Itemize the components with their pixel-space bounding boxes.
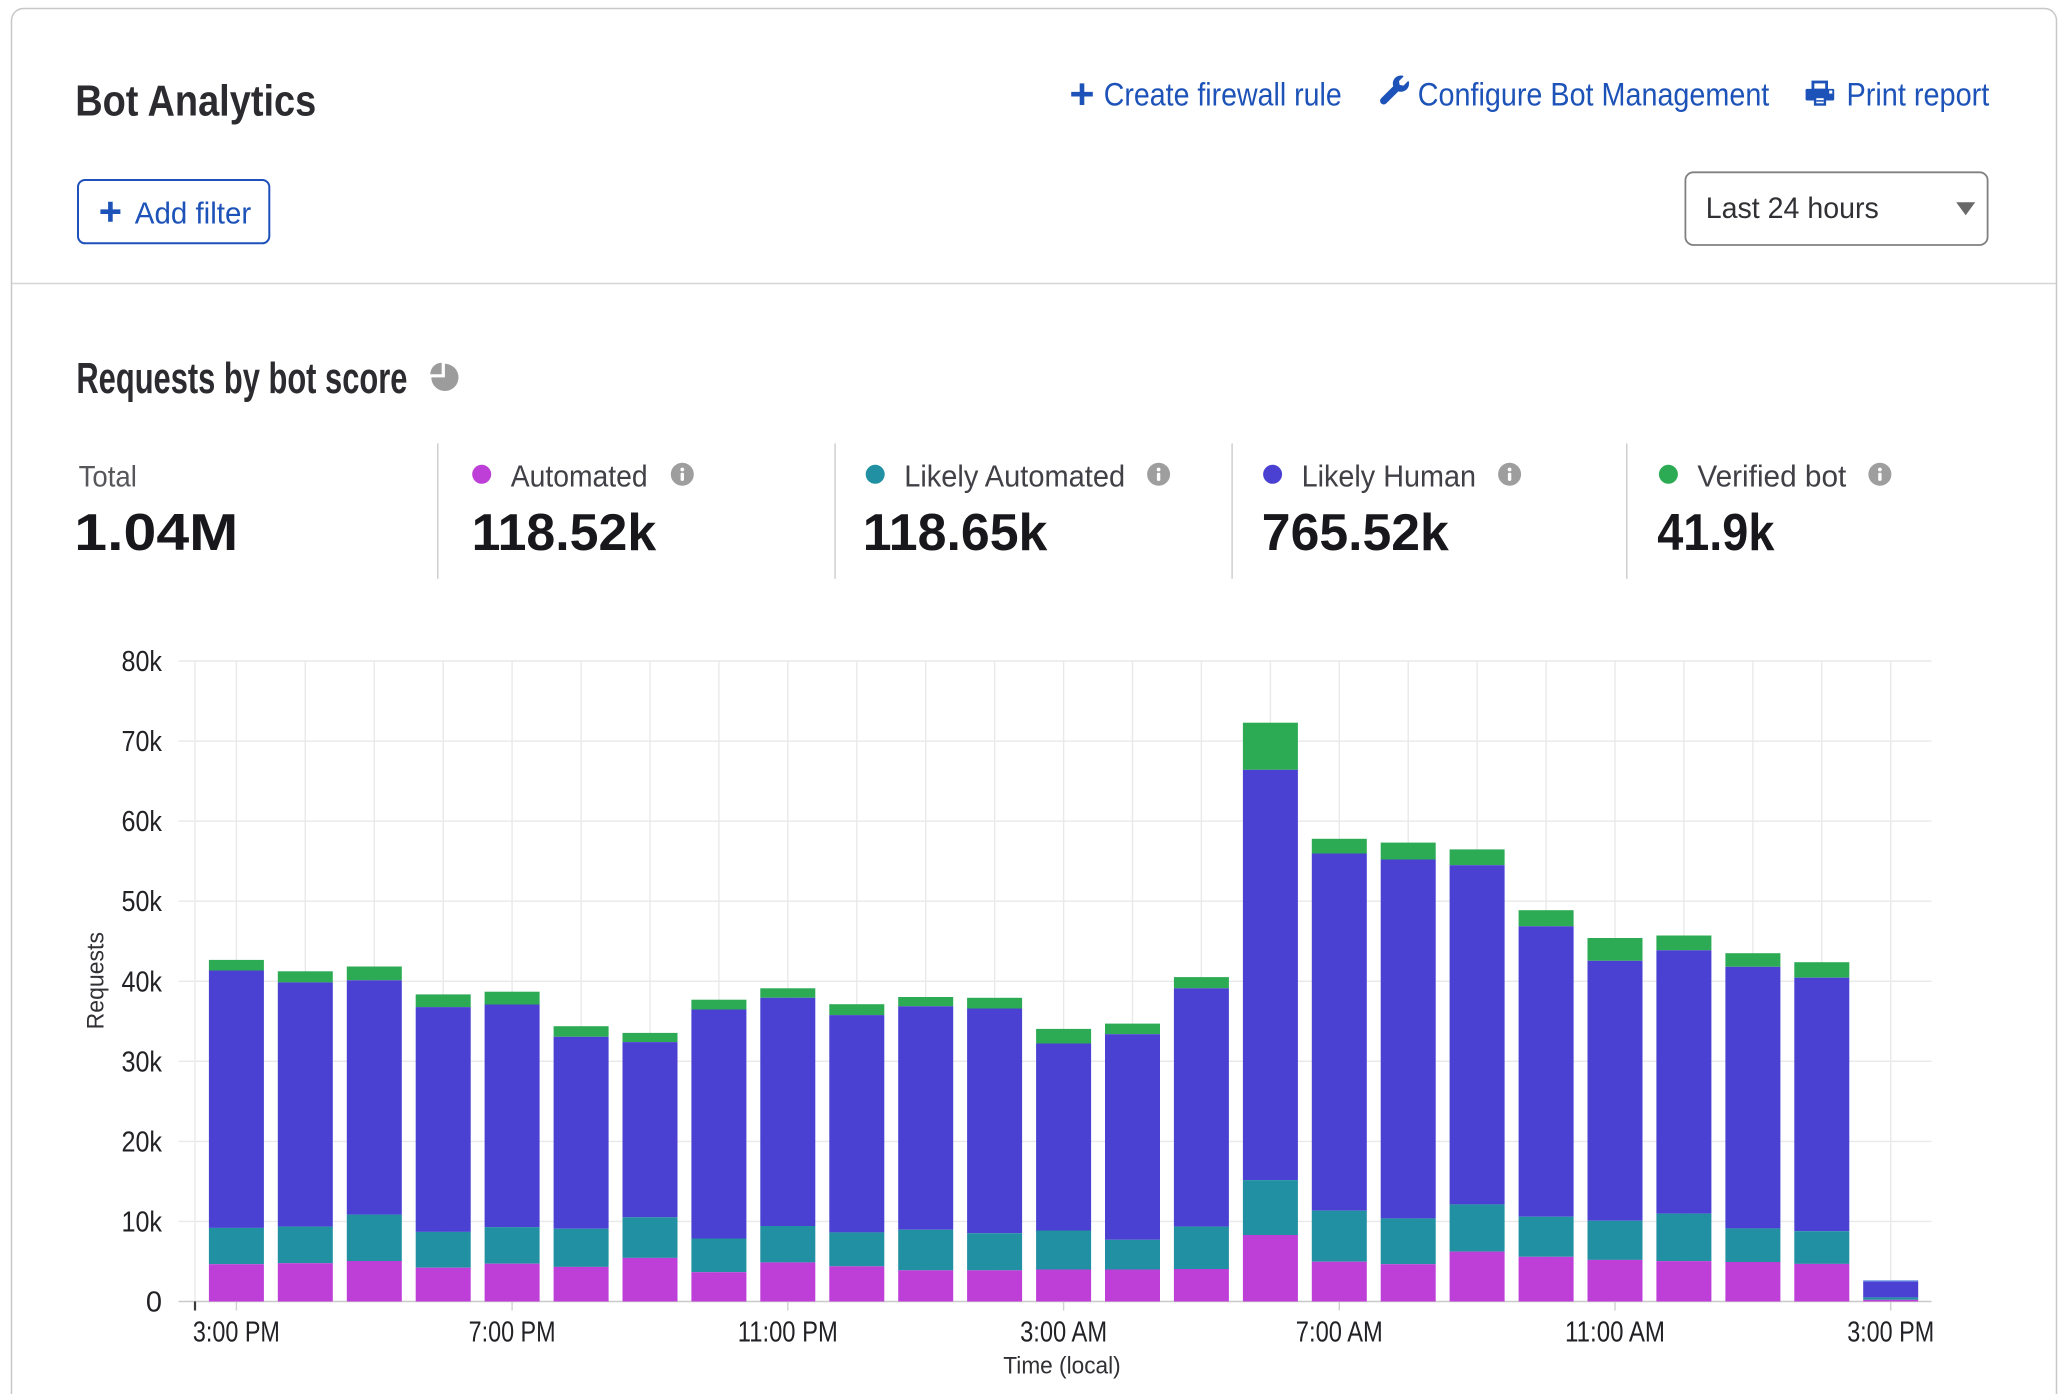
svg-text:60k: 60k	[122, 806, 163, 838]
svg-text:50k: 50k	[122, 886, 163, 918]
svg-text:80k: 80k	[122, 646, 163, 678]
svg-text:Print report: Print report	[1847, 77, 1990, 113]
svg-text:Last 24 hours: Last 24 hours	[1706, 192, 1879, 225]
svg-text:70k: 70k	[122, 726, 163, 758]
svg-text:7:00 PM: 7:00 PM	[469, 1316, 556, 1348]
svg-text:1.04M: 1.04M	[74, 504, 238, 562]
svg-text:Time (local): Time (local)	[1003, 1353, 1120, 1380]
svg-text:118.65k: 118.65k	[863, 504, 1048, 562]
svg-text:3:00 AM: 3:00 AM	[1020, 1316, 1107, 1348]
svg-text:Verified bot: Verified bot	[1697, 458, 1846, 493]
svg-text:Configure Bot Management: Configure Bot Management	[1418, 77, 1770, 113]
svg-text:10k: 10k	[122, 1206, 163, 1238]
svg-text:Create firewall rule: Create firewall rule	[1104, 77, 1342, 113]
svg-text:3:00 PM: 3:00 PM	[193, 1316, 280, 1348]
svg-text:Likely Human: Likely Human	[1302, 458, 1476, 493]
svg-text:Automated: Automated	[511, 458, 648, 493]
svg-text:Requests by bot score: Requests by bot score	[76, 354, 407, 403]
svg-text:Total: Total	[79, 460, 137, 493]
svg-text:3:00 PM: 3:00 PM	[1847, 1316, 1934, 1348]
svg-text:11:00 PM: 11:00 PM	[738, 1316, 838, 1348]
svg-text:Bot Analytics: Bot Analytics	[75, 77, 316, 126]
svg-text:Requests: Requests	[82, 932, 109, 1029]
svg-text:0: 0	[146, 1287, 162, 1319]
svg-text:30k: 30k	[122, 1046, 163, 1078]
svg-text:20k: 20k	[122, 1126, 163, 1158]
svg-text:Likely Automated: Likely Automated	[904, 458, 1125, 493]
svg-text:765.52k: 765.52k	[1262, 504, 1449, 562]
svg-text:7:00 AM: 7:00 AM	[1296, 1316, 1383, 1348]
svg-text:11:00 AM: 11:00 AM	[1565, 1316, 1665, 1348]
svg-text:Add filter: Add filter	[135, 196, 251, 231]
svg-text:41.9k: 41.9k	[1657, 504, 1774, 562]
svg-text:40k: 40k	[122, 966, 163, 998]
svg-text:118.52k: 118.52k	[472, 504, 657, 562]
